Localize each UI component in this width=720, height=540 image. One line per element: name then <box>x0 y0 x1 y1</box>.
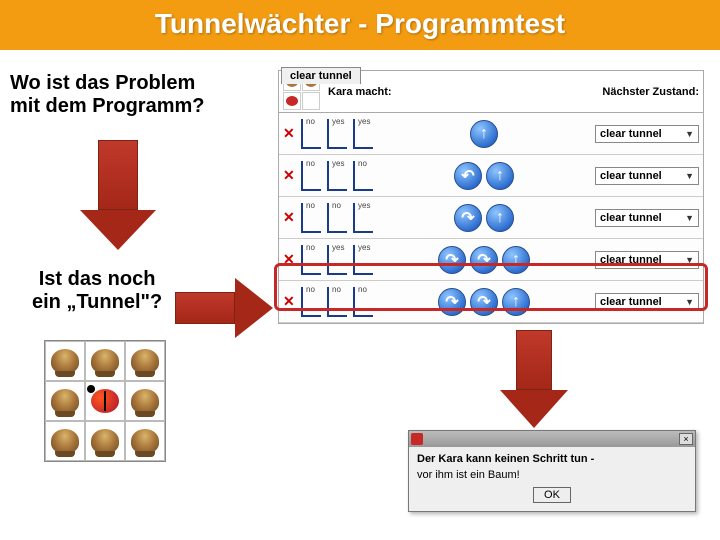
sensor-toggle[interactable]: yes <box>353 203 373 233</box>
dialog-text-2: vor ihm ist ein Baum! <box>417 469 687 481</box>
transition-row: ✕nonoyes↷↑clear tunnel▼ <box>279 197 703 239</box>
actions-cell: ↷↑ <box>379 204 589 232</box>
world-cell <box>125 381 165 421</box>
chevron-down-icon: ▼ <box>685 129 694 139</box>
transition-row: ✕noyesyes↷↷↑clear tunnel▼ <box>279 239 703 281</box>
sensor-toggle[interactable]: yes <box>327 245 347 275</box>
sensor-toggle[interactable]: yes <box>327 161 347 191</box>
stump-icon <box>51 349 79 373</box>
actions-cell: ↷↷↑ <box>379 246 589 274</box>
dialog-close-button[interactable]: × <box>679 433 693 445</box>
slide-title-bar: Tunnelwächter - Programmtest <box>0 0 720 50</box>
state-tab[interactable]: clear tunnel <box>281 67 361 84</box>
chevron-down-icon: ▼ <box>685 171 694 181</box>
chevron-down-icon: ▼ <box>685 297 694 307</box>
delete-row-icon[interactable]: ✕ <box>283 293 295 310</box>
action-turn-right-icon[interactable]: ↷ <box>438 246 466 274</box>
sensor-toggle[interactable]: yes <box>353 119 373 149</box>
action-up-icon[interactable]: ↑ <box>486 204 514 232</box>
sensor-toggle[interactable]: no <box>353 161 373 191</box>
sensor-toggle[interactable]: no <box>301 245 321 275</box>
dialog-text-1: Der Kara kann keinen Schritt tun - <box>417 453 687 465</box>
sensor-toggle[interactable]: no <box>301 161 321 191</box>
question-tunnel: Ist das noch ein „Tunnel"? <box>32 268 162 314</box>
program-panel: clear tunnel Kara macht: Nächster Zustan… <box>278 70 704 324</box>
arrow-down-2 <box>500 330 568 428</box>
next-state-dropdown[interactable]: clear tunnel ▼ <box>595 251 699 269</box>
kara-world-grid <box>44 340 166 462</box>
next-state-dropdown[interactable]: clear tunnel ▼ <box>595 293 699 311</box>
action-up-icon[interactable]: ↑ <box>486 162 514 190</box>
sensor-toggle[interactable]: no <box>327 287 347 317</box>
dialog-titlebar: × <box>409 431 695 447</box>
actions-cell: ↑ <box>379 120 589 148</box>
next-state-dropdown[interactable]: clear tunnel ▼ <box>595 167 699 185</box>
next-state-label: clear tunnel <box>600 212 662 224</box>
dialog-ok-button[interactable]: OK <box>533 487 571 503</box>
next-state-label: clear tunnel <box>600 170 662 182</box>
next-state-label: clear tunnel <box>600 254 662 266</box>
world-cell <box>85 381 125 421</box>
next-state-label: clear tunnel <box>600 296 662 308</box>
slide-title: Tunnelwächter - Programmtest <box>155 8 565 39</box>
actions-cell: ↶↑ <box>379 162 589 190</box>
sensor-toggle[interactable]: no <box>301 203 321 233</box>
action-turn-left-icon[interactable]: ↶ <box>454 162 482 190</box>
action-up-icon[interactable]: ↑ <box>470 120 498 148</box>
world-cell <box>45 381 85 421</box>
action-turn-right-icon[interactable]: ↷ <box>438 288 466 316</box>
sensor-toggle[interactable]: no <box>301 119 321 149</box>
kara-icon <box>286 96 298 106</box>
kara-icon <box>91 389 119 413</box>
action-up-icon[interactable]: ↑ <box>502 288 530 316</box>
chevron-down-icon: ▼ <box>685 255 694 265</box>
header-kara-macht: Kara macht: <box>328 86 594 98</box>
world-cell <box>125 421 165 461</box>
stump-icon <box>131 389 159 413</box>
transition-row: ✕noyesno↶↑clear tunnel▼ <box>279 155 703 197</box>
delete-row-icon[interactable]: ✕ <box>283 251 295 268</box>
stump-icon <box>91 349 119 373</box>
world-cell <box>45 341 85 381</box>
action-turn-right-icon[interactable]: ↷ <box>470 288 498 316</box>
delete-row-icon[interactable]: ✕ <box>283 125 295 142</box>
sensor-toggle[interactable]: no <box>301 287 321 317</box>
transition-row: ✕noyesyes↑clear tunnel▼ <box>279 113 703 155</box>
question-problem: Wo ist das Problem mit dem Programm? <box>10 72 204 118</box>
error-dialog: × Der Kara kann keinen Schritt tun - vor… <box>408 430 696 512</box>
header-next-state: Nächster Zustand: <box>602 86 699 98</box>
stump-icon <box>91 429 119 453</box>
sensor-toggle[interactable]: no <box>327 203 347 233</box>
delete-row-icon[interactable]: ✕ <box>283 167 295 184</box>
chevron-down-icon: ▼ <box>685 213 694 223</box>
delete-row-icon[interactable]: ✕ <box>283 209 295 226</box>
action-turn-right-icon[interactable]: ↷ <box>470 246 498 274</box>
arrow-right <box>175 278 273 338</box>
action-up-icon[interactable]: ↑ <box>502 246 530 274</box>
error-icon <box>411 433 423 445</box>
world-cell <box>85 341 125 381</box>
stump-icon <box>51 389 79 413</box>
stump-icon <box>131 349 159 373</box>
next-state-dropdown[interactable]: clear tunnel ▼ <box>595 209 699 227</box>
stump-icon <box>131 429 159 453</box>
world-cell <box>125 341 165 381</box>
world-cell <box>45 421 85 461</box>
transition-row: ✕nonono↷↷↑clear tunnel▼ <box>279 281 703 323</box>
actions-cell: ↷↷↑ <box>379 288 589 316</box>
next-state-dropdown[interactable]: clear tunnel ▼ <box>595 125 699 143</box>
sensor-toggle[interactable]: yes <box>353 245 373 275</box>
next-state-label: clear tunnel <box>600 128 662 140</box>
sensor-toggle[interactable]: yes <box>327 119 347 149</box>
action-turn-right-icon[interactable]: ↷ <box>454 204 482 232</box>
world-cell <box>85 421 125 461</box>
stump-icon <box>51 429 79 453</box>
sensor-toggle[interactable]: no <box>353 287 373 317</box>
